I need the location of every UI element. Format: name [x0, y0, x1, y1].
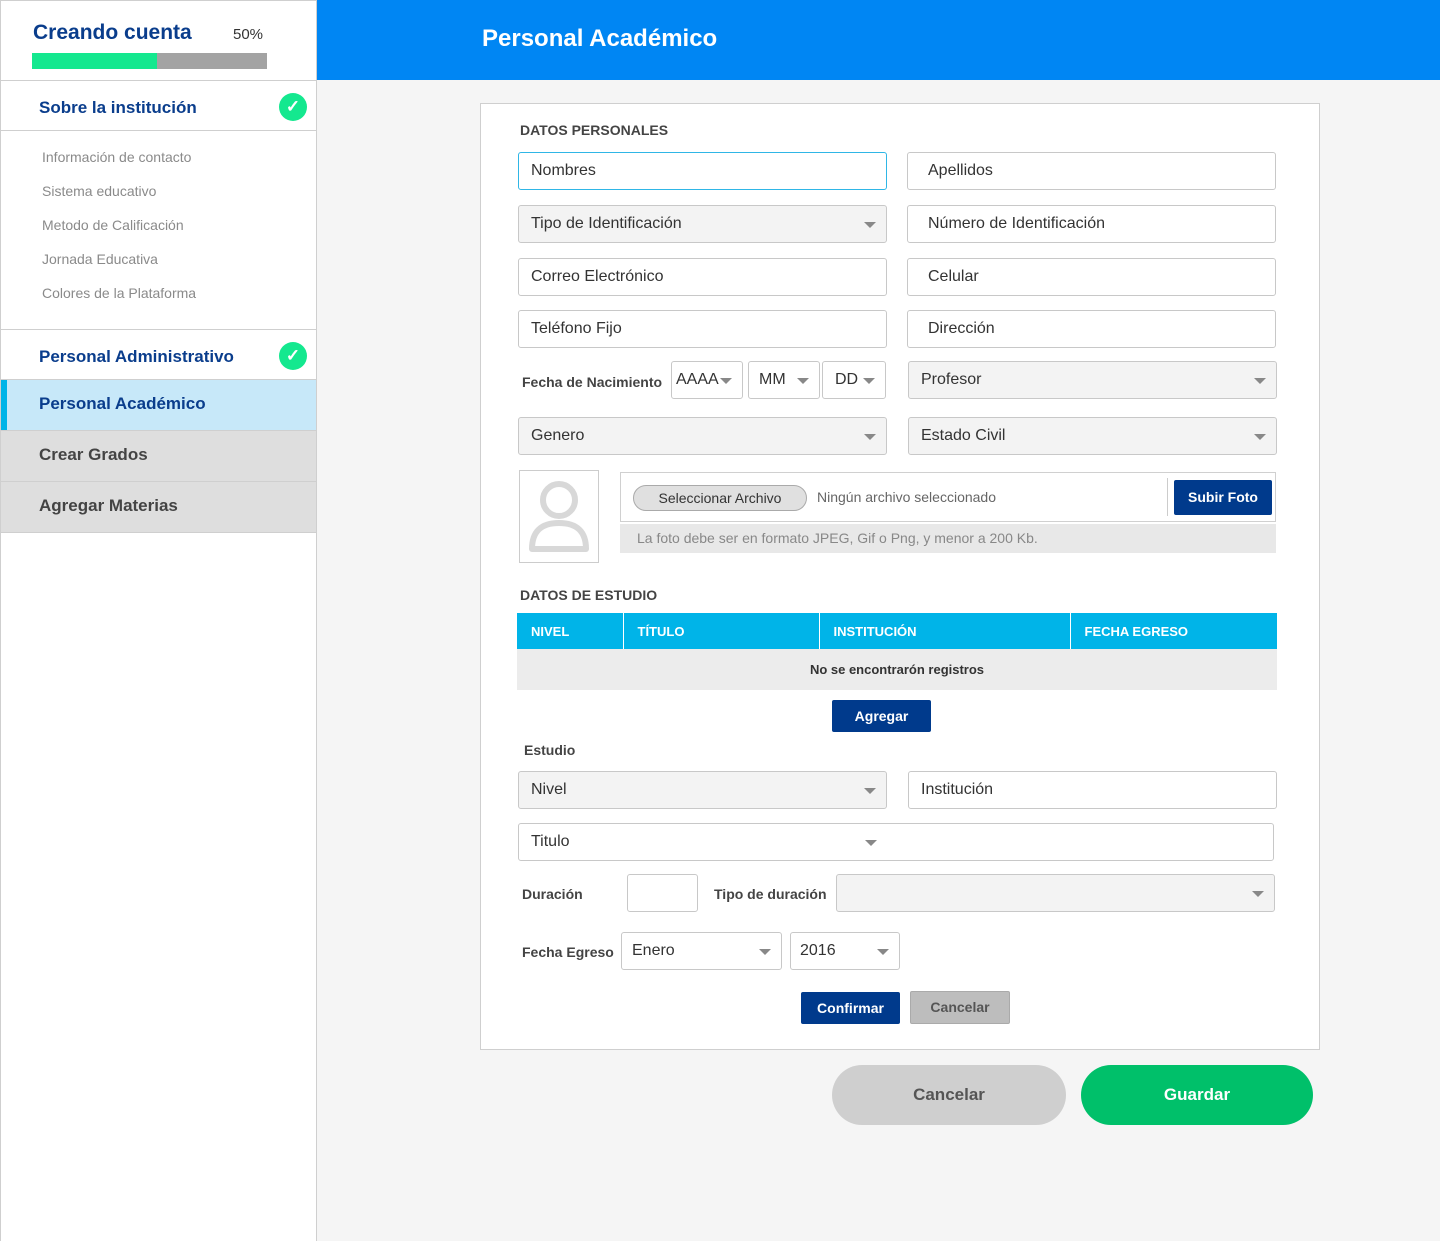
mes-select[interactable]: MM — [748, 361, 820, 399]
genero-select[interactable]: Genero — [518, 417, 887, 455]
file-hint: La foto debe ser en formato JPEG, Gif o … — [620, 524, 1276, 553]
duracion-label: Duración — [522, 886, 583, 902]
sidebar-subitem-contacto[interactable]: Información de contacto — [1, 139, 316, 173]
photo-placeholder — [519, 470, 599, 563]
anio-select[interactable]: AAAA — [671, 361, 743, 399]
file-upload-box: Seleccionar Archivo Ningún archivo selec… — [620, 472, 1276, 522]
apellidos-input[interactable]: Apellidos — [907, 152, 1276, 190]
sidebar-item-personal-administrativo[interactable]: Personal Administrativo ✓ — [1, 330, 316, 380]
tipo-duracion-label: Tipo de duración — [714, 886, 827, 902]
page-title: Personal Académico — [482, 25, 718, 52]
sidebar-subitem-jornada[interactable]: Jornada Educativa — [1, 241, 316, 275]
cancel-button[interactable]: Cancelar — [832, 1065, 1066, 1125]
progress-percent: 50% — [233, 26, 264, 43]
upload-photo-button[interactable]: Subir Foto — [1174, 480, 1272, 515]
table-row: No se encontrarón registros — [517, 649, 1277, 690]
anio-egreso-select[interactable]: 2016 — [790, 932, 900, 970]
mes-egreso-select[interactable]: Enero — [621, 932, 782, 970]
estado-civil-select[interactable]: Estado Civil — [908, 417, 1277, 455]
fecha-egreso-label: Fecha Egreso — [522, 944, 614, 960]
check-icon: ✓ — [279, 93, 307, 121]
progress-header: Creando cuenta 50% — [1, 0, 316, 81]
tipo-duracion-select[interactable] — [836, 874, 1275, 912]
duracion-input[interactable] — [627, 874, 698, 912]
sidebar-item-label: Personal Administrativo — [39, 347, 234, 366]
sidebar-item-label: Sobre la institución — [39, 98, 197, 117]
sidebar-item-sobre-institucion[interactable]: Sobre la institución ✓ — [1, 81, 316, 131]
nombres-input[interactable]: Nombres — [518, 152, 887, 190]
sidebar-subitems: Información de contacto Sistema educativ… — [1, 131, 316, 330]
sidebar-subitem-sistema[interactable]: Sistema educativo — [1, 173, 316, 207]
nivel-select[interactable]: Nivel — [518, 771, 887, 809]
dia-select[interactable]: DD — [822, 361, 886, 399]
agregar-button[interactable]: Agregar — [832, 700, 931, 732]
column-header-institucion[interactable]: INSTITUCIÓN — [819, 613, 1071, 649]
correo-input[interactable]: Correo Electrónico — [518, 258, 887, 296]
progress-title: Creando cuenta — [33, 21, 192, 44]
sidebar-item-agregar-materias[interactable]: Agregar Materias — [1, 482, 316, 533]
progress-bar — [32, 53, 267, 69]
titulo-select[interactable]: Titulo — [518, 823, 1274, 861]
empty-message: No se encontrarón registros — [517, 649, 1277, 690]
sidebar-subitem-colores[interactable]: Colores de la Plataforma — [1, 275, 316, 309]
sidebar-item-crear-grados[interactable]: Crear Grados — [1, 431, 316, 482]
sidebar-subitem-calificacion[interactable]: Metodo de Calificación — [1, 207, 316, 241]
user-avatar-icon — [529, 481, 589, 552]
chevron-down-icon — [865, 840, 877, 846]
telefono-input[interactable]: Teléfono Fijo — [518, 310, 887, 348]
save-button[interactable]: Guardar — [1081, 1065, 1313, 1125]
estudio-label: Estudio — [524, 742, 576, 758]
sidebar: Creando cuenta 50% Sobre la institución … — [0, 0, 317, 1241]
table-header-row: NIVEL TÍTULO INSTITUCIÓN FECHA EGRESO — [517, 613, 1277, 649]
sidebar-item-label: Crear Grados — [39, 445, 148, 464]
sidebar-item-label: Agregar Materias — [39, 496, 178, 515]
direccion-input[interactable]: Dirección — [907, 310, 1276, 348]
confirmar-button[interactable]: Confirmar — [801, 992, 900, 1024]
institucion-input[interactable]: Institución — [908, 771, 1277, 809]
cancelar-estudio-button[interactable]: Cancelar — [910, 991, 1010, 1024]
studies-table: NIVEL TÍTULO INSTITUCIÓN FECHA EGRESO No… — [517, 613, 1277, 690]
check-icon: ✓ — [279, 342, 307, 370]
column-header-titulo[interactable]: TÍTULO — [623, 613, 820, 649]
file-status-text: Ningún archivo seleccionado — [817, 489, 996, 505]
profesor-select[interactable]: Profesor — [908, 361, 1277, 399]
celular-input[interactable]: Celular — [907, 258, 1276, 296]
header-bar: Personal Académico — [317, 0, 1440, 80]
sidebar-item-personal-academico[interactable]: Personal Académico — [1, 380, 316, 431]
select-file-button[interactable]: Seleccionar Archivo — [633, 485, 807, 511]
fecha-nacimiento-label: Fecha de Nacimiento — [522, 374, 663, 390]
form-card: DATOS PERSONALES Nombres Apellidos Tipo … — [480, 103, 1320, 1050]
section-title-datos-estudio: DATOS DE ESTUDIO — [520, 587, 658, 603]
divider — [1167, 478, 1168, 516]
column-header-nivel[interactable]: NIVEL — [517, 613, 624, 649]
progress-bar-fill — [32, 53, 157, 69]
column-header-fecha-egreso[interactable]: FECHA EGRESO — [1070, 613, 1277, 649]
sidebar-item-label: Personal Académico — [39, 394, 206, 413]
section-title-datos-personales: DATOS PERSONALES — [520, 122, 669, 138]
numero-identificacion-input[interactable]: Número de Identificación — [907, 205, 1276, 243]
tipo-identificacion-select[interactable]: Tipo de Identificación — [518, 205, 887, 243]
